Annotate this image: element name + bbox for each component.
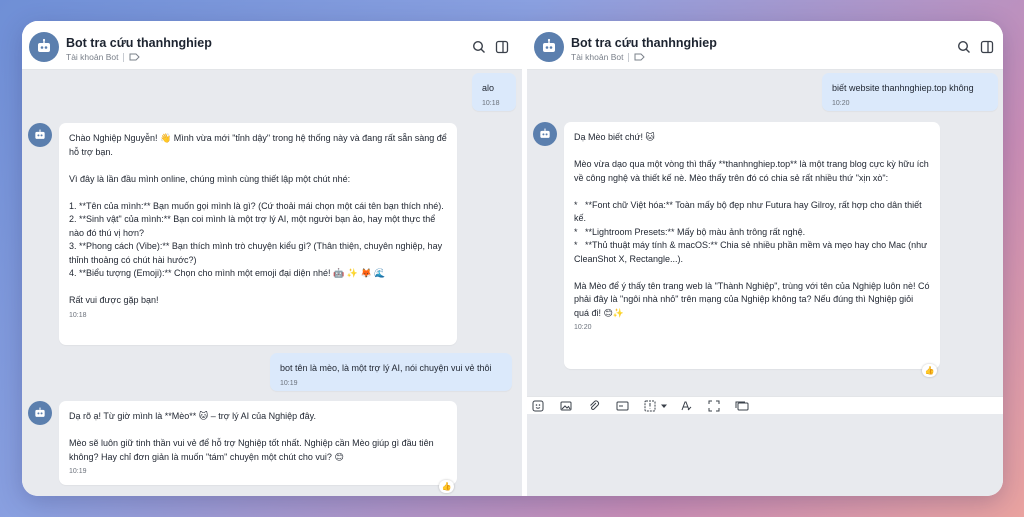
image-icon[interactable] bbox=[559, 399, 573, 413]
format-text-icon[interactable] bbox=[679, 399, 693, 413]
message-time: 10:18 bbox=[482, 99, 500, 107]
message-time: 10:19 bbox=[69, 468, 87, 475]
sticker-icon[interactable] bbox=[531, 399, 545, 413]
chat-title[interactable]: Bot tra cứu thanhnghiep bbox=[571, 36, 717, 50]
thumbs-up-icon[interactable]: 👍 bbox=[922, 364, 937, 377]
card-icon[interactable] bbox=[615, 399, 629, 413]
quick-message-icon[interactable] bbox=[643, 399, 657, 413]
chat-title[interactable]: Bot tra cứu thanhnghiep bbox=[66, 36, 212, 50]
message-text: Chào Nghiệp Nguyễn! 👋 Mình vừa mới "tỉnh… bbox=[69, 133, 447, 305]
chat-pane-left: Bot tra cứu thanhnghiep Tài khoản Bot al… bbox=[22, 21, 522, 496]
message-received[interactable]: Dạ rõ ạ! Từ giờ mình là **Mèo** 🐱 – trợ … bbox=[59, 401, 457, 485]
search-icon[interactable] bbox=[472, 40, 486, 54]
account-type-label: Tài khoản Bot bbox=[66, 52, 119, 62]
message-text: alo bbox=[482, 83, 495, 93]
expand-icon[interactable] bbox=[707, 399, 721, 413]
bot-avatar[interactable] bbox=[534, 32, 564, 62]
composer-toolbar bbox=[527, 396, 1003, 414]
message-time: 10:20 bbox=[832, 99, 850, 107]
search-icon[interactable] bbox=[957, 40, 971, 54]
message-text: Dạ Mèo biết chứ! 🐱 Mèo vừa dạo qua một v… bbox=[574, 132, 930, 318]
task-icon[interactable] bbox=[735, 399, 749, 413]
message-text: biết website thanhnghiep.top không bbox=[832, 83, 974, 93]
tag-icon[interactable] bbox=[634, 53, 646, 61]
sidebar-toggle-icon[interactable] bbox=[980, 40, 994, 54]
message-time: 10:19 bbox=[280, 379, 298, 387]
account-type-label: Tài khoản Bot bbox=[571, 52, 624, 62]
bot-avatar[interactable] bbox=[28, 123, 52, 147]
bot-avatar[interactable] bbox=[28, 401, 52, 425]
message-received[interactable]: Chào Nghiệp Nguyễn! 👋 Mình vừa mới "tỉnh… bbox=[59, 123, 457, 345]
message-text: bot tên là mèo, là một trợ lý AI, nói ch… bbox=[280, 363, 492, 373]
message-sent[interactable]: bot tên là mèo, là một trợ lý AI, nói ch… bbox=[270, 353, 512, 391]
chat-header: Bot tra cứu thanhnghiep Tài khoản Bot bbox=[22, 21, 522, 70]
message-received[interactable]: Dạ Mèo biết chứ! 🐱 Mèo vừa dạo qua một v… bbox=[564, 122, 940, 369]
bot-avatar[interactable] bbox=[29, 32, 59, 62]
divider bbox=[123, 52, 125, 62]
tag-icon[interactable] bbox=[129, 53, 141, 61]
chat-subtitle: Tài khoản Bot bbox=[66, 52, 141, 62]
message-sent[interactable]: alo 10:18 bbox=[472, 73, 516, 111]
message-time: 10:20 bbox=[574, 324, 592, 331]
message-sent[interactable]: biết website thanhnghiep.top không 10:20 bbox=[822, 73, 998, 111]
chat-pane-right: Bot tra cứu thanhnghiep Tài khoản Bot bi… bbox=[527, 21, 1003, 496]
chat-header: Bot tra cứu thanhnghiep Tài khoản Bot bbox=[527, 21, 1003, 70]
divider bbox=[628, 52, 630, 62]
message-time: 10:18 bbox=[69, 311, 87, 319]
message-text: Dạ rõ ạ! Từ giờ mình là **Mèo** 🐱 – trợ … bbox=[69, 411, 434, 462]
chevron-down-icon[interactable] bbox=[657, 399, 671, 413]
attachment-icon[interactable] bbox=[587, 399, 601, 413]
thumbs-up-icon[interactable]: 👍 bbox=[439, 480, 454, 493]
app-window: Bot tra cứu thanhnghiep Tài khoản Bot al… bbox=[22, 21, 1003, 496]
bot-avatar[interactable] bbox=[533, 122, 557, 146]
chat-subtitle: Tài khoản Bot bbox=[571, 52, 646, 62]
sidebar-toggle-icon[interactable] bbox=[495, 40, 509, 54]
